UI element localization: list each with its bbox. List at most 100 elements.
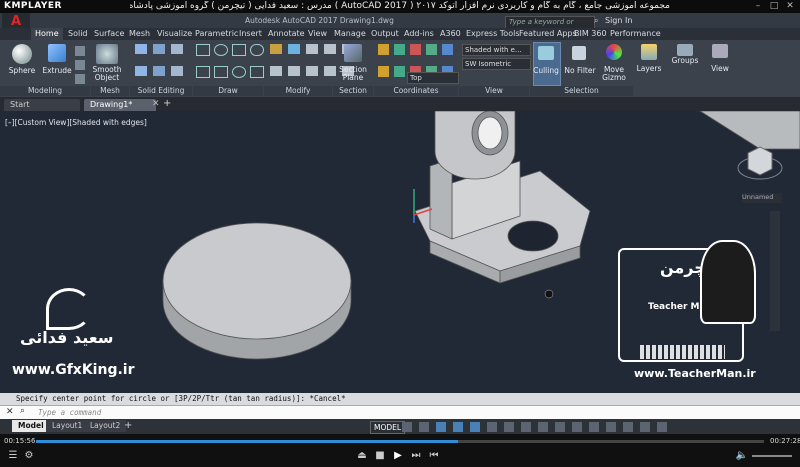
annotation-scale-icon[interactable] — [572, 422, 582, 432]
tab-output[interactable]: Output — [371, 28, 399, 40]
tab-performance[interactable]: Performance — [610, 28, 661, 40]
search-icon[interactable]: ⌕ — [594, 16, 598, 26]
sphere-icon[interactable] — [12, 44, 32, 64]
minimize-icon[interactable]: – — [752, 1, 764, 11]
separate-icon[interactable] — [171, 66, 183, 76]
3d-osnap-icon[interactable] — [555, 422, 565, 432]
maximize-icon[interactable]: □ — [768, 1, 780, 11]
tab-view[interactable]: View — [308, 28, 327, 40]
stop-icon[interactable]: ■ — [373, 450, 387, 462]
intersect-tool-icon[interactable] — [171, 44, 183, 54]
customize-icon[interactable]: ✕ — [6, 407, 14, 417]
box-icon[interactable] — [75, 46, 85, 56]
panel-section[interactable]: Section — [333, 86, 373, 96]
ucs-origin-icon[interactable] — [378, 65, 389, 77]
ucs-y-icon[interactable] — [426, 44, 437, 55]
subtract-tool-icon[interactable] — [153, 44, 165, 54]
viewport-controls[interactable]: [–][Custom View][Shaded with edges] — [5, 118, 147, 127]
view-preset-dropdown[interactable]: SW Isometric — [462, 58, 531, 70]
panel-coordinates[interactable]: Coordinates — [374, 86, 458, 96]
selection-cycling-icon[interactable] — [538, 422, 548, 432]
volume-icon[interactable]: 🔈 — [735, 450, 749, 462]
move-gizmo-icon[interactable] — [606, 44, 622, 60]
copy-icon[interactable] — [306, 44, 318, 54]
rectangle-icon[interactable] — [232, 44, 246, 56]
hardware-accel-icon[interactable] — [623, 422, 633, 432]
tab-mesh[interactable]: Mesh — [129, 28, 150, 40]
array-icon[interactable] — [288, 66, 300, 76]
lineweight-toggle-icon[interactable] — [504, 422, 514, 432]
ucs-z-icon[interactable] — [442, 44, 453, 55]
panel-mesh[interactable]: Mesh — [91, 86, 129, 96]
menu-icon[interactable]: ☰ — [6, 450, 20, 462]
panel-selection[interactable]: Selection — [530, 86, 633, 96]
ucs-view-dropdown[interactable]: Top — [407, 72, 459, 84]
tab-insert[interactable]: Insert — [239, 28, 262, 40]
tab-manage[interactable]: Manage — [334, 28, 366, 40]
tab-home[interactable]: Home — [31, 28, 63, 40]
new-layout-icon[interactable]: + — [124, 420, 132, 431]
polyline-icon[interactable] — [196, 66, 210, 78]
previous-icon[interactable]: ⏮ — [427, 450, 441, 462]
ucs-x-icon[interactable] — [410, 44, 421, 55]
union-icon[interactable] — [75, 74, 85, 84]
volume-slider[interactable] — [752, 455, 792, 457]
snap-toggle-icon[interactable] — [419, 422, 429, 432]
tab-visualize[interactable]: Visualize — [157, 28, 192, 40]
scale-icon[interactable] — [270, 66, 282, 76]
ucs-view-icon[interactable] — [394, 65, 405, 77]
ellipse-icon[interactable] — [232, 66, 246, 78]
ucs-world-icon[interactable] — [394, 44, 405, 55]
command-input[interactable] — [0, 405, 800, 419]
tab-a360[interactable]: A360 — [440, 28, 461, 40]
sign-in-button[interactable]: Sign In — [605, 16, 632, 25]
hatch-icon[interactable] — [250, 66, 264, 78]
player-logo[interactable]: KMPLAYER — [4, 1, 62, 11]
tab-annotate[interactable]: Annotate — [268, 28, 305, 40]
presspull-icon[interactable] — [75, 60, 85, 70]
otrack-toggle-icon[interactable] — [487, 422, 497, 432]
panel-draw[interactable]: Draw — [193, 86, 263, 96]
section-plane-icon[interactable] — [344, 44, 362, 62]
play-icon[interactable]: ▶ — [391, 450, 405, 462]
extract-edges-icon[interactable] — [153, 66, 165, 76]
ucs-name-label[interactable]: Unnamed — [742, 193, 782, 203]
ucs-icon[interactable] — [378, 44, 389, 55]
panel-modeling[interactable]: Modeling — [0, 86, 90, 96]
tab-bim-360[interactable]: BIM 360 — [574, 28, 607, 40]
layers-icon[interactable] — [641, 44, 657, 60]
tab-add-ins[interactable]: Add-ins — [404, 28, 434, 40]
polar-toggle-icon[interactable] — [453, 422, 463, 432]
tab-featured-apps[interactable]: Featured Apps — [519, 28, 577, 40]
tab-solid[interactable]: Solid — [68, 28, 88, 40]
extrude-icon[interactable] — [48, 44, 66, 62]
arc-icon[interactable] — [250, 44, 264, 56]
smooth-object-icon[interactable] — [96, 44, 118, 64]
close-icon[interactable]: ✕ — [784, 1, 796, 11]
next-icon[interactable]: ⏭ — [409, 450, 423, 462]
panel-solid-editing[interactable]: Solid Editing — [130, 86, 192, 96]
customization-icon[interactable] — [657, 422, 667, 432]
eject-icon[interactable]: ⏏ — [355, 450, 369, 462]
circle-icon[interactable] — [214, 44, 228, 56]
isolate-objects-icon[interactable] — [606, 422, 616, 432]
layout-tab-layout2[interactable]: Layout2 — [84, 420, 127, 432]
move-icon[interactable] — [270, 44, 282, 54]
workspace-switch-icon[interactable] — [589, 422, 599, 432]
mirror-icon[interactable] — [324, 44, 336, 54]
union-tool-icon[interactable] — [135, 44, 147, 54]
panel-view[interactable]: View — [459, 86, 529, 96]
osnap-toggle-icon[interactable] — [470, 422, 480, 432]
rotate-icon[interactable] — [288, 44, 300, 54]
filter-icon[interactable] — [572, 46, 586, 60]
tab-express-tools[interactable]: Express Tools — [466, 28, 520, 40]
layout-tab-layout1[interactable]: Layout1 — [46, 420, 89, 432]
file-tab-start[interactable]: Start — [4, 99, 80, 111]
grid-toggle-icon[interactable] — [402, 422, 412, 432]
ortho-toggle-icon[interactable] — [436, 422, 446, 432]
tab-surface[interactable]: Surface — [94, 28, 124, 40]
erase-icon[interactable] — [306, 66, 318, 76]
close-tab-icon[interactable]: ✕ — [152, 99, 160, 109]
command-search-icon[interactable]: ⌕ — [20, 406, 25, 416]
view-panel-icon[interactable] — [712, 44, 728, 58]
